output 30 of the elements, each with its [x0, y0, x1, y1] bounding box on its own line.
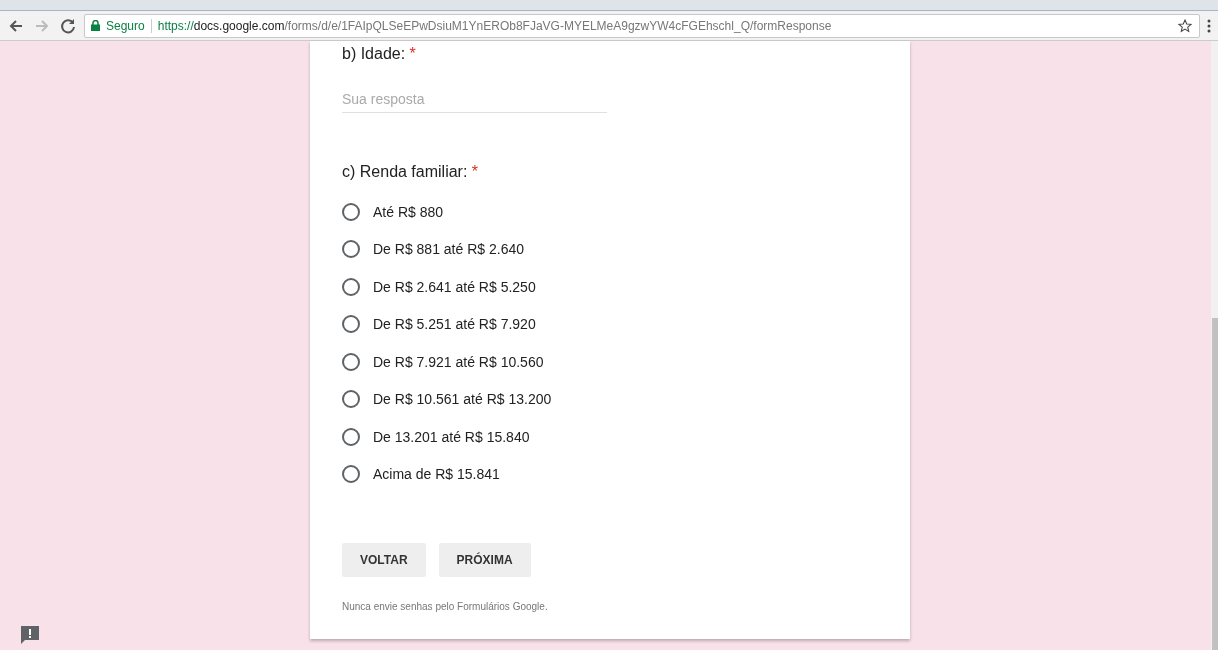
question-title: b) Idade: *	[342, 45, 416, 62]
nav-button[interactable]: PRÓXIMA	[438, 543, 531, 577]
star-icon[interactable]	[1177, 17, 1193, 34]
radio-button[interactable]	[342, 427, 360, 446]
answer-field[interactable]: Sua resposta	[342, 85, 607, 113]
menu-icon[interactable]	[1206, 17, 1212, 34]
radio-button[interactable]	[342, 277, 360, 296]
option-label[interactable]: De R$ 881 até R$ 2.640	[373, 241, 524, 258]
radio-button[interactable]	[342, 352, 360, 371]
option-label[interactable]: De R$ 2.641 até R$ 5.250	[373, 278, 536, 295]
radio-button[interactable]	[342, 465, 360, 484]
lock-icon	[91, 20, 100, 31]
scrollbar[interactable]	[1211, 41, 1218, 650]
radio-button[interactable]	[342, 240, 360, 259]
radio-button[interactable]	[342, 315, 360, 334]
option-label[interactable]: De R$ 7.921 até R$ 10.560	[373, 353, 544, 370]
address-bar[interactable]: Seguro https://docs.google.com/forms/d/e/1FAIpQLSeEPwDsiuM1YnEROb8FJaVG-MYELMeA9gzwYW4cFGEhschl_Q/formResponse	[84, 13, 1200, 38]
nav-button[interactable]: VOLTAR	[342, 543, 426, 577]
option-label[interactable]: De R$ 10.561 até R$ 13.200	[373, 391, 552, 408]
option-label[interactable]: Acima de R$ 15.841	[373, 466, 500, 483]
option-label[interactable]: Até R$ 880	[373, 203, 444, 220]
url-text: https://docs.google.com/forms/d/e/1FAIpQLSeEPwDsiuM1YnEROb8FJaVG-MYELMeA9gzwYW4cFGEhschl_Q/formResponse	[157, 18, 833, 33]
feedback-icon[interactable]	[20, 625, 40, 645]
security-label: Seguro	[106, 18, 145, 33]
question-title: c) Renda familiar: *	[342, 163, 479, 180]
radio-button[interactable]	[342, 390, 360, 409]
option-label[interactable]: De 13.201 até R$ 15.840	[373, 428, 530, 445]
footer-note: Nunca envie senhas pelo Formulários Google.	[342, 601, 549, 612]
radio-button[interactable]	[342, 202, 360, 221]
option-label[interactable]: De R$ 5.251 até R$ 7.920	[373, 316, 536, 333]
